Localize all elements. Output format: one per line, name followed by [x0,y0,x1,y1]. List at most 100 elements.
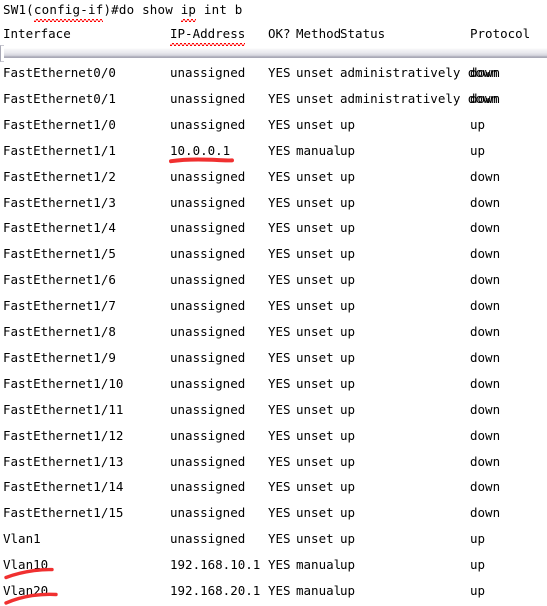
cell-ip-address: unassigned [170,349,246,365]
cell-protocol: down [470,65,501,80]
cli-misspelled-config-if: config-if [33,0,104,22]
cell-status: up [340,194,356,210]
cell-ip-address: unassigned [170,375,246,391]
table-row: FastEthernet1/10 unassigned YES unset up down [0,371,547,397]
cell-method: unset [296,168,334,184]
table-row: FastEthernet0/0 unassigned YES unset adminis… [0,60,547,86]
cell-interface: FastEthernet1/3 [3,194,116,210]
cell-method: unset [296,65,334,80]
table-row: FastEthernet1/12 unassigned YES unset up down [0,423,547,449]
cell-interface: FastEthernet1/11 [3,401,124,417]
cell-status: up [340,220,356,236]
cell-method: unset [296,349,334,365]
cell-status: up [340,168,356,184]
cell-interface: FastEthernet1/1 [3,142,116,158]
table-row: FastEthernet1/14 unassigned YES unset up down [0,474,547,500]
cell-protocol: down [470,298,501,314]
cell-ok: YES [268,505,291,521]
cell-interface: FastEthernet0/0 [3,65,116,80]
horizontal-separator-bar [0,48,547,58]
column-header-ok: OK? [268,26,291,41]
cell-protocol: down [470,375,501,391]
cell-ok: YES [268,142,291,158]
cell-ok: YES [268,583,291,598]
cell-protocol: down [470,272,501,288]
cell-protocol: up [470,557,486,573]
cell-status: up [340,401,356,417]
cell-protocol: up [470,142,486,158]
cell-ok: YES [268,349,291,365]
cell-ip-address: unassigned [170,324,246,339]
table-row: FastEthernet0/1 unassigned YES unset adminis… [0,86,547,112]
cell-interface: FastEthernet1/9 [3,349,116,365]
cell-status: up [340,116,356,132]
cell-interface: Vlan1 [3,531,41,547]
table-row: Vlan10 192.168.10.1 YES manual up up [0,552,547,578]
cell-ip-address: unassigned [170,65,246,80]
table-row: FastEthernet1/15 unassigned YES unset up down [0,500,547,526]
cell-protocol: down [470,453,501,469]
cell-ip-address: unassigned [170,272,246,288]
cell-status: up [340,479,356,495]
cli-misspelled-ip: ip [180,0,197,22]
cell-method: unset [296,531,334,547]
cell-protocol: down [470,246,501,262]
cell-status: up [340,272,356,288]
column-header-status: Status [340,26,386,41]
cell-interface: FastEthernet1/13 [3,453,124,469]
table-row: FastEthernet1/11 unassigned YES unset up down [0,397,547,423]
cell-interface: FastEthernet1/5 [3,246,116,262]
cell-status: up [340,142,356,158]
table-row: FastEthernet1/3 unassigned YES unset up down [0,190,547,216]
cell-interface: FastEthernet1/12 [3,427,124,443]
cell-ip-address: unassigned [170,427,246,443]
cell-protocol: down [470,479,501,495]
cell-ok: YES [268,90,291,106]
cell-ip-address: unassigned [170,298,246,314]
cell-method: unset [296,272,334,288]
table-row: FastEthernet1/9 unassigned YES unset up down [0,345,547,371]
table-row: FastEthernet1/5 unassigned YES unset up down [0,241,547,267]
cli-host-suffix: )#do show [103,2,181,17]
cell-protocol: down [470,401,501,417]
cell-ok: YES [268,194,291,210]
cell-ok: YES [268,168,291,184]
table-row: FastEthernet1/13 unassigned YES unset up down [0,449,547,475]
cell-interface: FastEthernet1/15 [3,505,124,521]
cell-ip-address: 192.168.20.1 [170,583,261,598]
cell-protocol: down [470,349,501,365]
cell-protocol: down [470,324,501,339]
cell-ok: YES [268,453,291,469]
table-row: FastEthernet1/7 unassigned YES unset up down [0,293,547,319]
cell-interface: FastEthernet1/6 [3,272,116,288]
cell-interface: FastEthernet1/4 [3,220,116,236]
cell-ok: YES [268,401,291,417]
cell-protocol: down [470,220,501,236]
table-row: FastEthernet1/8 unassigned YES unset up down [0,319,547,345]
cell-ok: YES [268,65,291,80]
cell-method: unset [296,375,334,391]
cell-method: unset [296,479,334,495]
cell-interface: FastEthernet0/1 [3,90,116,106]
cell-ip-address: unassigned [170,531,246,547]
cell-interface: FastEthernet1/2 [3,168,116,184]
cell-interface: FastEthernet1/7 [3,298,116,314]
cell-status: up [340,427,356,443]
table-row: Vlan1 unassigned YES unset up up [0,526,547,552]
cell-ip-address: unassigned [170,168,246,184]
cell-ip-address: unassigned [170,246,246,262]
table-header-row: Interface IP-Address OK? Method Status P… [0,24,547,46]
cell-status: up [340,349,356,365]
cell-protocol: down [470,168,501,184]
cell-protocol: down [470,427,501,443]
cell-method: unset [296,324,334,339]
cell-ip-address: unassigned [170,220,246,236]
cell-protocol: down [470,505,501,521]
cell-protocol: up [470,583,486,598]
cell-interface: FastEthernet1/10 [3,375,124,391]
cli-prompt-line: SW1(config-if)#do show ip int b [3,0,243,22]
table-row: FastEthernet1/2 unassigned YES unset up down [0,164,547,190]
cell-ok: YES [268,531,291,547]
cell-status: up [340,246,356,262]
cell-ip-address: unassigned [170,479,246,495]
